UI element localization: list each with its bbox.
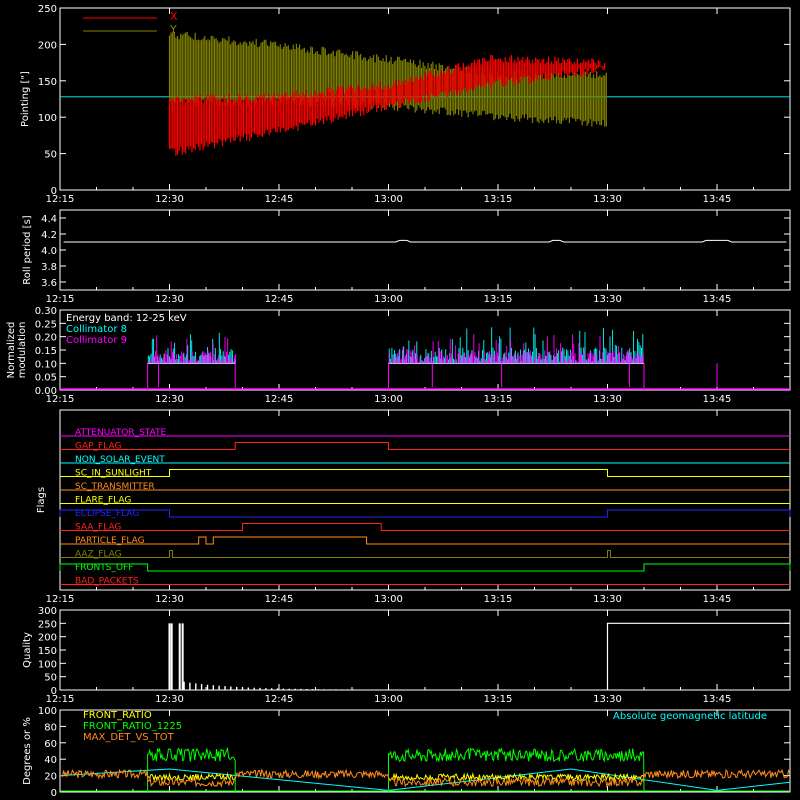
y-tick-label: 250 bbox=[38, 619, 57, 630]
y-axis-label: Roll period [s] bbox=[22, 215, 33, 284]
y-tick-label: 0 bbox=[51, 788, 57, 799]
y-tick-label: 200 bbox=[38, 633, 57, 644]
x-tick-label: 13:45 bbox=[703, 594, 732, 605]
x-tick-label: 13:30 bbox=[593, 394, 622, 405]
x-tick-label: 12:30 bbox=[155, 294, 184, 305]
x-tick-label: 13:30 bbox=[593, 194, 622, 205]
x-tick-label: 13:45 bbox=[703, 294, 732, 305]
y-axis-label: Pointing ["] bbox=[20, 71, 31, 127]
y-tick-label: 0.30 bbox=[35, 306, 57, 317]
x-tick-label: 13:00 bbox=[374, 394, 403, 405]
x-tick-label: 13:00 bbox=[374, 594, 403, 605]
y-tick-label: 80 bbox=[44, 722, 57, 733]
y-axis-label: Degrees or % bbox=[22, 717, 33, 785]
y-tick-label: 250 bbox=[38, 4, 57, 15]
y-axis-label: modulation bbox=[17, 322, 28, 379]
x-tick-label: 12:15 bbox=[46, 294, 75, 305]
x-tick-label: 13:30 bbox=[593, 694, 622, 705]
y-tick-label: 0.05 bbox=[35, 373, 57, 384]
x-tick-label: 13:00 bbox=[374, 694, 403, 705]
x-tick-label: 12:45 bbox=[265, 694, 294, 705]
legend-label-y: Y bbox=[169, 23, 177, 36]
x-tick-label: 13:15 bbox=[484, 294, 513, 305]
y-tick-label: 3.6 bbox=[41, 278, 57, 289]
x-tick-label: 13:15 bbox=[484, 394, 513, 405]
y-tick-label: 3.8 bbox=[41, 262, 57, 273]
y-tick-label: 100 bbox=[38, 706, 57, 717]
y-tick-label: 0 bbox=[51, 686, 57, 697]
y-axis-label: Flags bbox=[36, 487, 47, 513]
summary-plot: 12:15 12:30 12:45 13:00 13:15 13:30 13:45 0 50 10… bbox=[0, 0, 800, 800]
legend-label-ratio: MAX_DET_VS_TOT bbox=[83, 732, 175, 743]
y-tick-label: 0.20 bbox=[35, 333, 57, 344]
x-tick-label: 13:15 bbox=[484, 194, 513, 205]
x-tick-label: 13:15 bbox=[484, 594, 513, 605]
y-tick-label: 150 bbox=[38, 646, 57, 657]
y-tick-label: 300 bbox=[38, 606, 57, 617]
x-tick-label: 12:45 bbox=[265, 594, 294, 605]
legend-label-ratio: FRONT_RATIO bbox=[83, 710, 152, 721]
legend-label-ratio: FRONT_RATIO_1225 bbox=[83, 721, 182, 732]
x-tick-label: 13:30 bbox=[593, 294, 622, 305]
y-tick-label: 4.4 bbox=[41, 214, 57, 225]
y-tick-label: 0.25 bbox=[35, 319, 57, 330]
x-tick-label: 12:30 bbox=[155, 194, 184, 205]
y-tick-label: 40 bbox=[44, 755, 57, 766]
y-tick-label: 60 bbox=[44, 739, 57, 750]
x-tick-label: 13:45 bbox=[703, 194, 732, 205]
x-tick-label: 12:15 bbox=[46, 594, 75, 605]
y-tick-label: 20 bbox=[44, 772, 57, 783]
legend-label-modulation: Energy band: 12-25 keV bbox=[66, 313, 187, 324]
x-tick-label: 12:45 bbox=[265, 294, 294, 305]
x-tick-label: 12:45 bbox=[265, 394, 294, 405]
x-tick-label: 12:30 bbox=[155, 594, 184, 605]
y-tick-label: 50 bbox=[44, 673, 57, 684]
y-tick-label: 0.00 bbox=[35, 386, 57, 397]
y-axis-label: Normalized bbox=[6, 322, 17, 379]
x-tick-label: 12:45 bbox=[265, 194, 294, 205]
latitude-label: Absolute geomagnetic latitude bbox=[613, 711, 767, 722]
y-tick-label: 0 bbox=[51, 186, 57, 197]
y-tick-label: 50 bbox=[44, 150, 57, 161]
x-tick-label: 13:00 bbox=[374, 294, 403, 305]
legend-label-modulation: Collimator 9 bbox=[66, 335, 127, 346]
y-tick-label: 100 bbox=[38, 113, 57, 124]
legend-label-modulation: Collimator 8 bbox=[66, 324, 127, 335]
y-tick-label: 0.10 bbox=[35, 359, 57, 370]
x-tick-label: 13:45 bbox=[703, 694, 732, 705]
x-tick-label: 12:30 bbox=[155, 394, 184, 405]
legend-label-x: X bbox=[170, 10, 178, 23]
y-axis-label: Quality bbox=[22, 632, 33, 668]
y-tick-label: 200 bbox=[38, 40, 57, 51]
y-tick-label: 150 bbox=[38, 77, 57, 88]
x-tick-label: 13:15 bbox=[484, 694, 513, 705]
x-tick-label: 13:30 bbox=[593, 594, 622, 605]
x-tick-label: 13:45 bbox=[703, 394, 732, 405]
y-tick-label: 4.0 bbox=[41, 246, 57, 257]
x-tick-label: 13:00 bbox=[374, 194, 403, 205]
y-tick-label: 0.15 bbox=[35, 346, 57, 357]
y-tick-label: 4.2 bbox=[41, 230, 57, 241]
x-tick-label: 12:30 bbox=[155, 694, 184, 705]
y-tick-label: 100 bbox=[38, 659, 57, 670]
